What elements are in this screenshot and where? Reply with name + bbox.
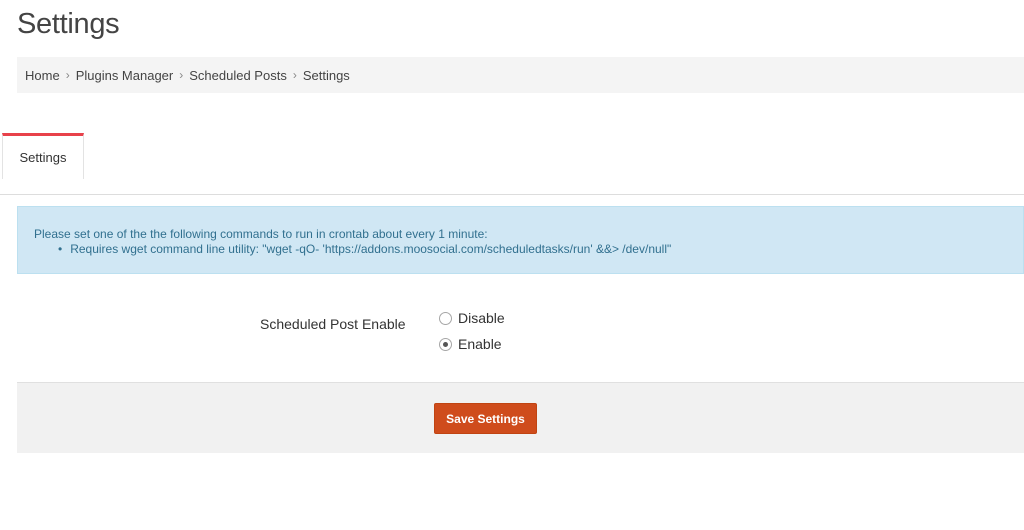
breadcrumb-separator-icon: › xyxy=(65,68,70,82)
breadcrumb-current: Settings xyxy=(302,67,350,83)
scheduled-post-enable-radio-group: Disable Enable xyxy=(439,308,505,360)
tab-bar: Settings xyxy=(0,133,1024,195)
radio-option-enable[interactable]: Enable xyxy=(439,334,505,354)
scheduled-post-enable-label: Scheduled Post Enable xyxy=(260,316,406,332)
breadcrumb: Home › Plugins Manager › Scheduled Posts… xyxy=(17,57,1024,93)
breadcrumb-home[interactable]: Home xyxy=(25,68,60,83)
breadcrumb-separator-icon: › xyxy=(179,68,184,82)
form-actions-bar: Save Settings xyxy=(17,382,1024,453)
info-list: Requires wget command line utility: "wge… xyxy=(34,242,1023,257)
save-settings-button[interactable]: Save Settings xyxy=(434,403,537,434)
breadcrumb-separator-icon: › xyxy=(292,68,297,82)
radio-enable-label[interactable]: Enable xyxy=(458,336,502,352)
scheduled-post-enable-row: Scheduled Post Enable Disable Enable xyxy=(0,308,1024,368)
tab-settings[interactable]: Settings xyxy=(2,133,84,179)
breadcrumb-plugins-manager[interactable]: Plugins Manager xyxy=(76,68,174,83)
info-message: Please set one of the the following comm… xyxy=(34,227,488,241)
info-list-item: Requires wget command line utility: "wge… xyxy=(58,242,1023,257)
radio-disable-label[interactable]: Disable xyxy=(458,310,505,326)
crontab-info-alert: Please set one of the the following comm… xyxy=(17,206,1024,274)
breadcrumb-scheduled-posts[interactable]: Scheduled Posts xyxy=(189,68,287,83)
page-title: Settings xyxy=(17,8,120,40)
radio-disable-button[interactable] xyxy=(439,311,452,325)
radio-option-disable[interactable]: Disable xyxy=(439,308,505,328)
radio-enable-button[interactable] xyxy=(439,337,452,351)
